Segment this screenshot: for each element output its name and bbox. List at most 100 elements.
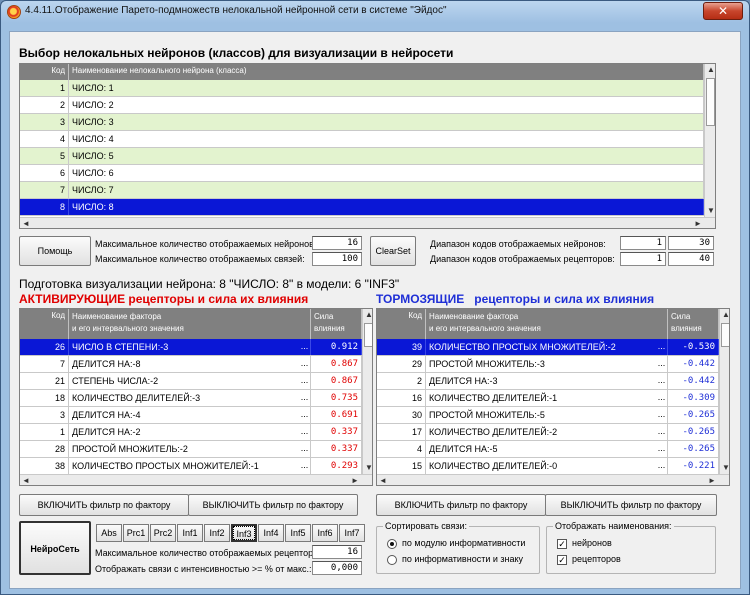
scroll-down-arrow[interactable]: ▼	[720, 462, 729, 474]
sort-option-modulus-label[interactable]: по модулю информативности	[402, 538, 525, 548]
sort-option-sign-label[interactable]: по информативности и знаку	[402, 554, 523, 564]
table-row[interactable]: 1 ЧИСЛО: 1	[20, 80, 704, 97]
table-row[interactable]: 21 СТЕПЕНЬ ЧИСЛА:-2... 0.867	[20, 373, 362, 390]
cell-ellipsis[interactable]: ...	[656, 339, 668, 355]
receptor-range-to-input[interactable]: 40	[668, 252, 714, 266]
table-row[interactable]: 7 ДЕЛИТСЯ НА:-8... 0.867	[20, 356, 362, 373]
neurons-grid[interactable]: Код Наименование нелокального нейрона (к…	[19, 63, 716, 229]
neurons-hscrollbar[interactable]: ◄ ►	[20, 217, 715, 228]
scroll-thumb[interactable]	[706, 78, 715, 126]
show-neurons-label[interactable]: нейронов	[572, 538, 612, 548]
table-row[interactable]: 2 ЧИСЛО: 2	[20, 97, 704, 114]
cell-ellipsis[interactable]: ...	[299, 373, 311, 389]
table-row[interactable]: 4 ЧИСЛО: 4	[20, 131, 704, 148]
cell-ellipsis[interactable]: ...	[656, 373, 668, 389]
model-tab-inf6[interactable]: Inf6	[312, 524, 338, 542]
inhibiting-filter-on-button[interactable]: ВКЛЮЧИТЬ фильтр по фактору	[376, 494, 546, 516]
column-header-factor[interactable]: Наименование фактора и его интервального …	[69, 309, 311, 339]
table-row[interactable]: 26 ЧИСЛО В СТЕПЕНИ:-3... 0.912	[20, 339, 362, 356]
table-row[interactable]: 38 КОЛИЧЕСТВО ПРОСТЫХ МНОЖИТЕЛЕЙ:-1... 0.2…	[20, 458, 362, 475]
cell-ellipsis[interactable]: ...	[299, 458, 311, 474]
inhibiting-hscrollbar[interactable]: ◄ ►	[377, 474, 729, 485]
sort-radio-sign[interactable]	[387, 555, 397, 565]
inhibiting-vscrollbar[interactable]: ▲ ▼	[719, 309, 729, 474]
max-receptors-input[interactable]: 16	[312, 545, 362, 559]
scroll-thumb[interactable]	[364, 323, 372, 347]
show-neurons-checkbox[interactable]: ✓	[557, 539, 567, 549]
model-tab-inf1[interactable]: Inf1	[177, 524, 203, 542]
close-button[interactable]: ✕	[703, 2, 743, 20]
model-tab-inf5[interactable]: Inf5	[285, 524, 311, 542]
clearset-button[interactable]: ClearSet	[370, 236, 416, 266]
sort-radio-modulus[interactable]	[387, 539, 397, 549]
table-row[interactable]: 28 ПРОСТОЙ МНОЖИТЕЛЬ:-2... 0.337	[20, 441, 362, 458]
column-header-force[interactable]: Сила влияния	[311, 309, 362, 339]
table-row[interactable]: 3 ДЕЛИТСЯ НА:-4... 0.691	[20, 407, 362, 424]
scroll-up-arrow[interactable]: ▲	[705, 64, 715, 76]
model-tab-inf4[interactable]: Inf4	[258, 524, 284, 542]
inhibiting-filter-off-button[interactable]: ВЫКЛЮЧИТЬ фильтр по фактору	[545, 494, 717, 516]
table-row[interactable]: 3 ЧИСЛО: 3	[20, 114, 704, 131]
scroll-down-arrow[interactable]: ▼	[363, 462, 372, 474]
column-header-code[interactable]: Код	[377, 309, 426, 339]
neuroset-button[interactable]: НейроСеть	[19, 521, 91, 575]
scroll-up-arrow[interactable]: ▲	[720, 309, 729, 321]
scroll-left-arrow[interactable]: ◄	[377, 475, 389, 485]
scroll-thumb[interactable]	[721, 323, 729, 347]
model-tab-inf2[interactable]: Inf2	[204, 524, 230, 542]
cell-ellipsis[interactable]: ...	[299, 407, 311, 423]
table-row[interactable]: 2 ДЕЛИТСЯ НА:-3... -0.442	[377, 373, 719, 390]
cell-ellipsis[interactable]: ...	[656, 356, 668, 372]
title-bar[interactable]: 4.4.11.Отображение Парето-подмножеств не…	[1, 1, 749, 23]
table-row[interactable]: 8 ЧИСЛО: 8	[20, 199, 704, 216]
table-row[interactable]: 7 ЧИСЛО: 7	[20, 182, 704, 199]
neurons-vscrollbar[interactable]: ▲ ▼	[704, 64, 715, 217]
table-row[interactable]: 17 КОЛИЧЕСТВО ДЕЛИТЕЛЕЙ:-2... -0.265	[377, 424, 719, 441]
cell-ellipsis[interactable]: ...	[656, 390, 668, 406]
cell-ellipsis[interactable]: ...	[299, 356, 311, 372]
scroll-right-arrow[interactable]: ►	[706, 475, 718, 485]
table-row[interactable]: 39 КОЛИЧЕСТВО ПРОСТЫХ МНОЖИТЕЛЕЙ:-2... -0.…	[377, 339, 719, 356]
table-row[interactable]: 29 ПРОСТОЙ МНОЖИТЕЛЬ:-3... -0.442	[377, 356, 719, 373]
table-row[interactable]: 18 КОЛИЧЕСТВО ДЕЛИТЕЛЕЙ:-3... 0.735	[20, 390, 362, 407]
show-receptors-checkbox[interactable]: ✓	[557, 555, 567, 565]
table-row[interactable]: 5 ЧИСЛО: 5	[20, 148, 704, 165]
table-row[interactable]: 30 ПРОСТОЙ МНОЖИТЕЛЬ:-5... -0.265	[377, 407, 719, 424]
table-row[interactable]: 1 ДЕЛИТСЯ НА:-2... 0.337	[20, 424, 362, 441]
cell-ellipsis[interactable]: ...	[299, 390, 311, 406]
activating-filter-on-button[interactable]: ВКЛЮЧИТЬ фильтр по фактору	[19, 494, 189, 516]
scroll-down-arrow[interactable]: ▼	[705, 205, 715, 217]
cell-ellipsis[interactable]: ...	[656, 441, 668, 457]
neuron-range-from-input[interactable]: 1	[620, 236, 666, 250]
model-tab-inf3[interactable]: Inf3	[231, 524, 257, 542]
model-tab-prc2[interactable]: Prc2	[150, 524, 176, 542]
receptor-range-from-input[interactable]: 1	[620, 252, 666, 266]
cell-ellipsis[interactable]: ...	[656, 407, 668, 423]
max-neurons-input[interactable]: 16	[312, 236, 362, 250]
activating-vscrollbar[interactable]: ▲ ▼	[362, 309, 372, 474]
column-header-factor[interactable]: Наименование фактора и его интервального …	[426, 309, 668, 339]
activating-grid[interactable]: Код Наименование фактора и его интервальн…	[19, 308, 373, 486]
scroll-up-arrow[interactable]: ▲	[363, 309, 372, 321]
column-header-code[interactable]: Код	[20, 64, 69, 80]
table-row[interactable]: 6 ЧИСЛО: 6	[20, 165, 704, 182]
column-header-code[interactable]: Код	[20, 309, 69, 339]
table-row[interactable]: 15 КОЛИЧЕСТВО ДЕЛИТЕЛЕЙ:-0... -0.221	[377, 458, 719, 475]
cell-ellipsis[interactable]: ...	[299, 339, 311, 355]
intensity-input[interactable]: 0,000	[312, 561, 362, 575]
model-tab-inf7[interactable]: Inf7	[339, 524, 365, 542]
activating-filter-off-button[interactable]: ВЫКЛЮЧИТЬ фильтр по фактору	[188, 494, 358, 516]
column-header-force[interactable]: Сила влияния	[668, 309, 719, 339]
inhibiting-grid[interactable]: Код Наименование фактора и его интервальн…	[376, 308, 730, 486]
cell-ellipsis[interactable]: ...	[656, 458, 668, 474]
cell-ellipsis[interactable]: ...	[299, 441, 311, 457]
cell-ellipsis[interactable]: ...	[656, 424, 668, 440]
model-tab-abs[interactable]: Abs	[96, 524, 122, 542]
column-header-name[interactable]: Наименование нелокального нейрона (класс…	[69, 64, 704, 80]
activating-hscrollbar[interactable]: ◄ ►	[20, 474, 372, 485]
max-links-input[interactable]: 100	[312, 252, 362, 266]
scroll-right-arrow[interactable]: ►	[692, 218, 704, 228]
table-row[interactable]: 4 ДЕЛИТСЯ НА:-5... -0.265	[377, 441, 719, 458]
show-receptors-label[interactable]: рецепторов	[572, 554, 621, 564]
neuron-range-to-input[interactable]: 30	[668, 236, 714, 250]
